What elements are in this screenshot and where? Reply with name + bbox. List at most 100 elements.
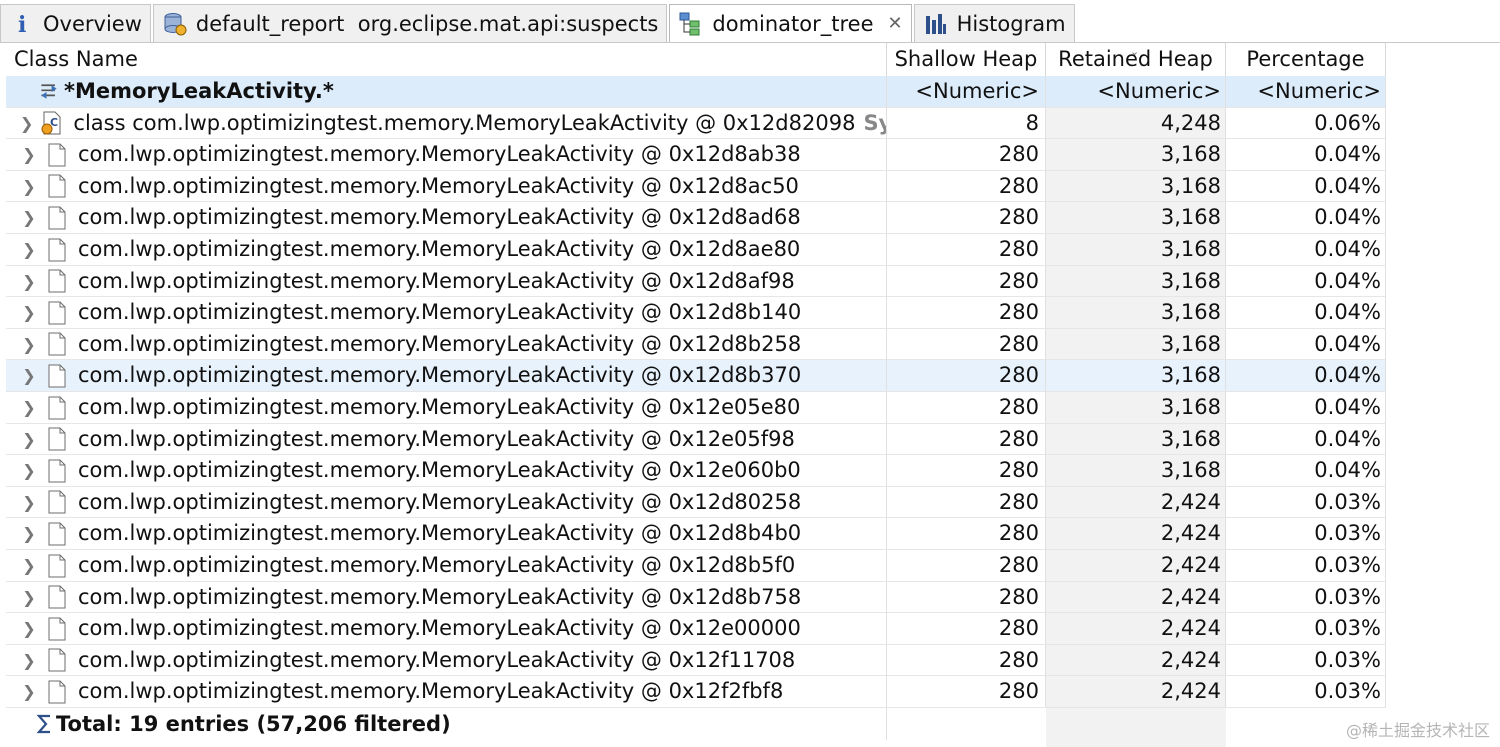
shallow-heap-cell: 280 [887, 265, 1046, 297]
class-name-cell[interactable]: ❯ com.lwp.optimizingtest.memory.MemoryLea… [6, 676, 887, 708]
dominator-tree-table: Class Name Shallow Heap Retained Heap Pe… [6, 43, 1500, 747]
filter-name-cell[interactable]: *MemoryLeakActivity.* [6, 76, 887, 107]
retained-heap-cell: 2,424 [1046, 550, 1226, 581]
class-name-cell[interactable]: ❯ com.lwp.optimizingtest.memory.MemoryLea… [6, 139, 887, 171]
expand-chevron-icon[interactable]: ❯ [20, 392, 38, 423]
retained-heap-cell: 2,424 [1046, 581, 1226, 613]
object-name: com.lwp.optimizingtest.memory.MemoryLeak… [78, 679, 784, 704]
class-name-cell[interactable]: ❯ com.lwp.optimizingtest.memory.MemoryLea… [6, 455, 887, 487]
object-file-icon [46, 174, 68, 198]
expand-chevron-icon[interactable]: ❯ [20, 329, 38, 360]
expand-chevron-icon[interactable]: ❯ [20, 487, 38, 518]
expand-chevron-icon[interactable]: ❯ [20, 518, 38, 549]
class-name-cell[interactable]: ❯ com.lwp.optimizingtest.memory.MemoryLea… [6, 486, 887, 518]
tab-histogram[interactable]: Histogram [913, 4, 1075, 42]
expand-chevron-icon[interactable]: ❯ [20, 645, 38, 676]
table-row[interactable]: ❯ com.lwp.optimizingtest.memory.MemoryLea… [6, 486, 1386, 519]
retained-heap-cell: 3,168 [1046, 234, 1226, 265]
svg-text:C: C [50, 116, 58, 129]
expand-chevron-icon[interactable]: ❯ [20, 108, 33, 139]
retained-heap-cell: 3,168 [1046, 202, 1226, 234]
object-name: com.lwp.optimizingtest.memory.MemoryLeak… [78, 142, 801, 167]
table-row[interactable]: ❯ com.lwp.optimizingtest.memory.MemoryLea… [6, 170, 1386, 203]
expand-chevron-icon[interactable]: ❯ [20, 297, 38, 328]
object-file-icon [46, 680, 68, 704]
expand-chevron-icon[interactable]: ❯ [20, 171, 38, 202]
table-row[interactable]: ❯ com.lwp.optimizingtest.memory.MemoryLea… [6, 265, 1386, 298]
table-row[interactable]: ❯ com.lwp.optimizingtest.memory.MemoryLea… [6, 139, 1386, 171]
percentage-cell: 0.03% [1226, 613, 1386, 645]
tab-dominator-tree[interactable]: dominator_tree ✕ [669, 4, 912, 42]
expand-chevron-icon[interactable]: ❯ [20, 613, 38, 644]
table-row[interactable]: ❯ com.lwp.optimizingtest.memory.MemoryLea… [6, 423, 1386, 456]
table-row[interactable]: ❯ com.lwp.optimizingtest.memory.MemoryLea… [6, 234, 1386, 266]
column-header-class-name[interactable]: Class Name [6, 43, 887, 76]
tab-overview[interactable]: i Overview [0, 4, 151, 42]
table-row[interactable]: ❯ com.lwp.optimizingtest.memory.MemoryLea… [6, 613, 1386, 645]
table-row[interactable]: ❯ Cclass com.lwp.optimizingtest.memory.Me… [6, 107, 1386, 140]
table-row[interactable]: ❯ com.lwp.optimizingtest.memory.MemoryLea… [6, 676, 1386, 708]
class-name-cell[interactable]: ❯ com.lwp.optimizingtest.memory.MemoryLea… [6, 581, 887, 613]
expand-chevron-icon[interactable]: ❯ [20, 266, 38, 297]
column-header-shallow-heap[interactable]: Shallow Heap [887, 43, 1046, 76]
class-name-cell[interactable]: ❯ com.lwp.optimizingtest.memory.MemoryLea… [6, 234, 887, 265]
tab-label: Histogram [956, 11, 1066, 36]
percentage-cell: 0.04% [1226, 297, 1386, 329]
class-name-cell[interactable]: ❯ com.lwp.optimizingtest.memory.MemoryLea… [6, 328, 887, 360]
class-name-cell[interactable]: ❯ com.lwp.optimizingtest.memory.MemoryLea… [6, 392, 887, 423]
retained-heap-cell: 3,168 [1046, 423, 1226, 455]
expand-chevron-icon[interactable]: ❯ [20, 455, 38, 486]
class-name-cell[interactable]: ❯ com.lwp.optimizingtest.memory.MemoryLea… [6, 613, 887, 645]
shallow-heap-cell: 280 [887, 676, 1046, 708]
filter-retained-cell[interactable]: <Numeric> [1046, 76, 1226, 107]
filter-shallow-cell[interactable]: <Numeric> [887, 76, 1046, 107]
class-name-cell[interactable]: ❯ Cclass com.lwp.optimizingtest.memory.Me… [6, 107, 887, 139]
expand-chevron-icon[interactable]: ❯ [20, 582, 38, 613]
percentage-cell: 0.04% [1226, 392, 1386, 423]
shallow-heap-cell: 280 [887, 360, 1046, 392]
filter-percentage-cell[interactable]: <Numeric> [1226, 76, 1386, 107]
class-name-cell[interactable]: ❯ com.lwp.optimizingtest.memory.MemoryLea… [6, 202, 887, 234]
expand-chevron-icon[interactable]: ❯ [20, 234, 38, 265]
table-row[interactable]: ❯ com.lwp.optimizingtest.memory.MemoryLea… [6, 518, 1386, 550]
shallow-heap-cell: 280 [887, 392, 1046, 423]
filter-row[interactable]: *MemoryLeakActivity.* <Numeric> <Numeric> <… [6, 76, 1386, 108]
object-file-icon [46, 522, 68, 546]
table-row[interactable]: ❯ com.lwp.optimizingtest.memory.MemoryLea… [6, 550, 1386, 582]
table-row[interactable]: ❯ com.lwp.optimizingtest.memory.MemoryLea… [6, 202, 1386, 234]
expand-chevron-icon[interactable]: ❯ [20, 424, 38, 455]
expand-chevron-icon[interactable]: ❯ [20, 139, 38, 170]
class-name-cell[interactable]: ❯ com.lwp.optimizingtest.memory.MemoryLea… [6, 297, 887, 329]
object-name: com.lwp.optimizingtest.memory.MemoryLeak… [78, 584, 802, 609]
object-file-icon [46, 301, 68, 325]
table-row[interactable]: ❯ com.lwp.optimizingtest.memory.MemoryLea… [6, 455, 1386, 487]
expand-chevron-icon[interactable]: ❯ [20, 202, 38, 233]
table-row[interactable]: ❯ com.lwp.optimizingtest.memory.MemoryLea… [6, 328, 1386, 361]
table-row[interactable]: ❯ com.lwp.optimizingtest.memory.MemoryLea… [6, 297, 1386, 329]
percentage-cell: 0.06% [1226, 107, 1386, 139]
close-tab-icon[interactable]: ✕ [888, 13, 903, 34]
class-name-cell[interactable]: ❯ com.lwp.optimizingtest.memory.MemoryLea… [6, 644, 887, 676]
expand-chevron-icon[interactable]: ❯ [20, 676, 38, 707]
class-name-cell[interactable]: ❯ com.lwp.optimizingtest.memory.MemoryLea… [6, 170, 887, 202]
class-name-cell[interactable]: ❯ com.lwp.optimizingtest.memory.MemoryLea… [6, 423, 887, 455]
expand-chevron-icon[interactable]: ❯ [20, 360, 38, 391]
shallow-heap-cell: 280 [887, 297, 1046, 329]
table-row[interactable]: ❯ com.lwp.optimizingtest.memory.MemoryLea… [6, 581, 1386, 614]
percentage-cell: 0.04% [1226, 328, 1386, 360]
expand-chevron-icon[interactable]: ❯ [20, 550, 38, 581]
table-row[interactable]: ❯ com.lwp.optimizingtest.memory.MemoryLea… [6, 644, 1386, 677]
object-name: com.lwp.optimizingtest.memory.MemoryLeak… [78, 331, 802, 356]
object-file-icon [46, 585, 68, 609]
class-name-cell[interactable]: ❯ com.lwp.optimizingtest.memory.MemoryLea… [6, 518, 887, 550]
class-name-cell[interactable]: ❯ com.lwp.optimizingtest.memory.MemoryLea… [6, 360, 887, 392]
retained-heap-cell: 3,168 [1046, 455, 1226, 487]
object-name: com.lwp.optimizingtest.memory.MemoryLeak… [78, 553, 796, 577]
column-header-percentage[interactable]: Percentage [1226, 43, 1386, 76]
class-name-cell[interactable]: ❯ com.lwp.optimizingtest.memory.MemoryLea… [6, 265, 887, 297]
retained-heap-cell: 3,168 [1046, 265, 1226, 297]
tab-default-report[interactable]: default_report org.eclipse.mat.api:suspe… [152, 4, 668, 42]
class-name-cell[interactable]: ❯ com.lwp.optimizingtest.memory.MemoryLea… [6, 550, 887, 581]
table-row[interactable]: ❯ com.lwp.optimizingtest.memory.MemoryLea… [6, 392, 1386, 424]
table-row[interactable]: ❯ com.lwp.optimizingtest.memory.MemoryLea… [6, 360, 1386, 392]
